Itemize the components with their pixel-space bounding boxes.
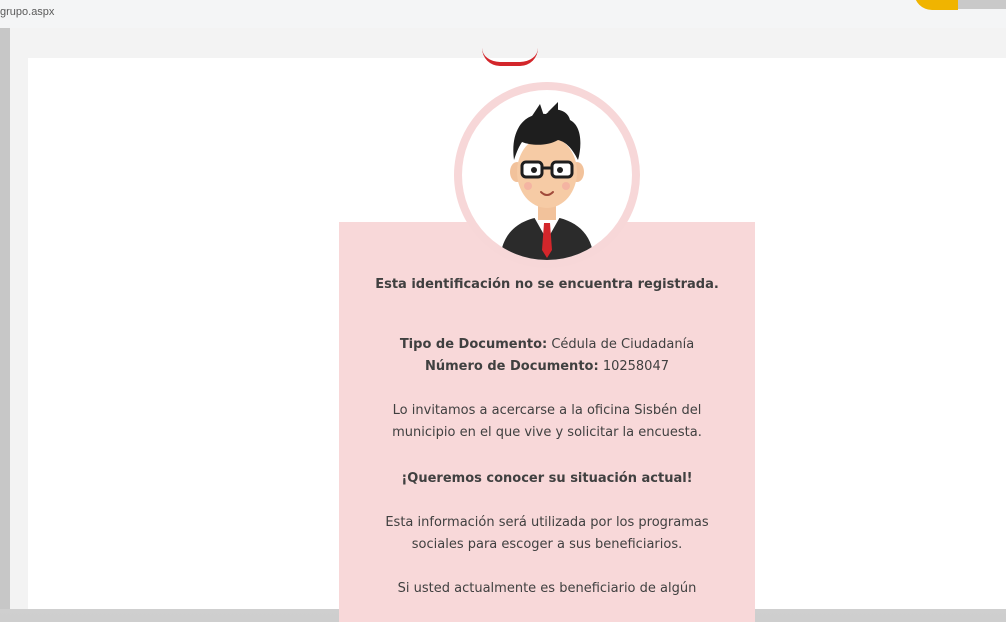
doc-type-label: Tipo de Documento: bbox=[399, 337, 548, 352]
invite-line-2: municipio en el que vive y solicitar la … bbox=[392, 425, 702, 440]
man-with-glasses-avatar-icon bbox=[500, 102, 594, 260]
info-line-1: Esta información será utilizada por los … bbox=[385, 515, 709, 530]
doc-number-value: 10258047 bbox=[602, 359, 669, 374]
page-content: Esta identificación no se encuentra regi… bbox=[28, 58, 1006, 622]
avatar bbox=[462, 90, 632, 260]
info-line-2: sociales para escoger a sus beneficiario… bbox=[411, 537, 683, 552]
not-registered-heading: Esta identificación no se encuentra regi… bbox=[375, 277, 719, 292]
browser-extension-badge bbox=[914, 0, 958, 10]
doc-type-value: Cédula de Ciudadanía bbox=[551, 337, 695, 352]
browser-corner-strip bbox=[958, 0, 1006, 9]
doc-type-line: Tipo de Documento: Cédula de Ciudadanía bbox=[339, 334, 755, 356]
window-left-edge bbox=[0, 28, 10, 609]
browser-url-bar[interactable]: grupo.aspx bbox=[0, 0, 1006, 29]
beneficiary-line-1: Si usted actualmente es beneficiario de … bbox=[397, 581, 697, 596]
sisben-logo-fragment bbox=[482, 48, 538, 66]
call-to-action: ¡Queremos conocer su situación actual! bbox=[401, 471, 693, 486]
message-card: Esta identificación no se encuentra regi… bbox=[339, 222, 755, 622]
avatar-frame bbox=[454, 82, 640, 268]
doc-number-label: Número de Documento: bbox=[425, 359, 599, 374]
invite-line-1: Lo invitamos a acercarse a la oficina Si… bbox=[392, 403, 702, 418]
url-text: grupo.aspx bbox=[0, 6, 55, 18]
doc-number-line: Número de Documento: 10258047 bbox=[339, 356, 755, 378]
